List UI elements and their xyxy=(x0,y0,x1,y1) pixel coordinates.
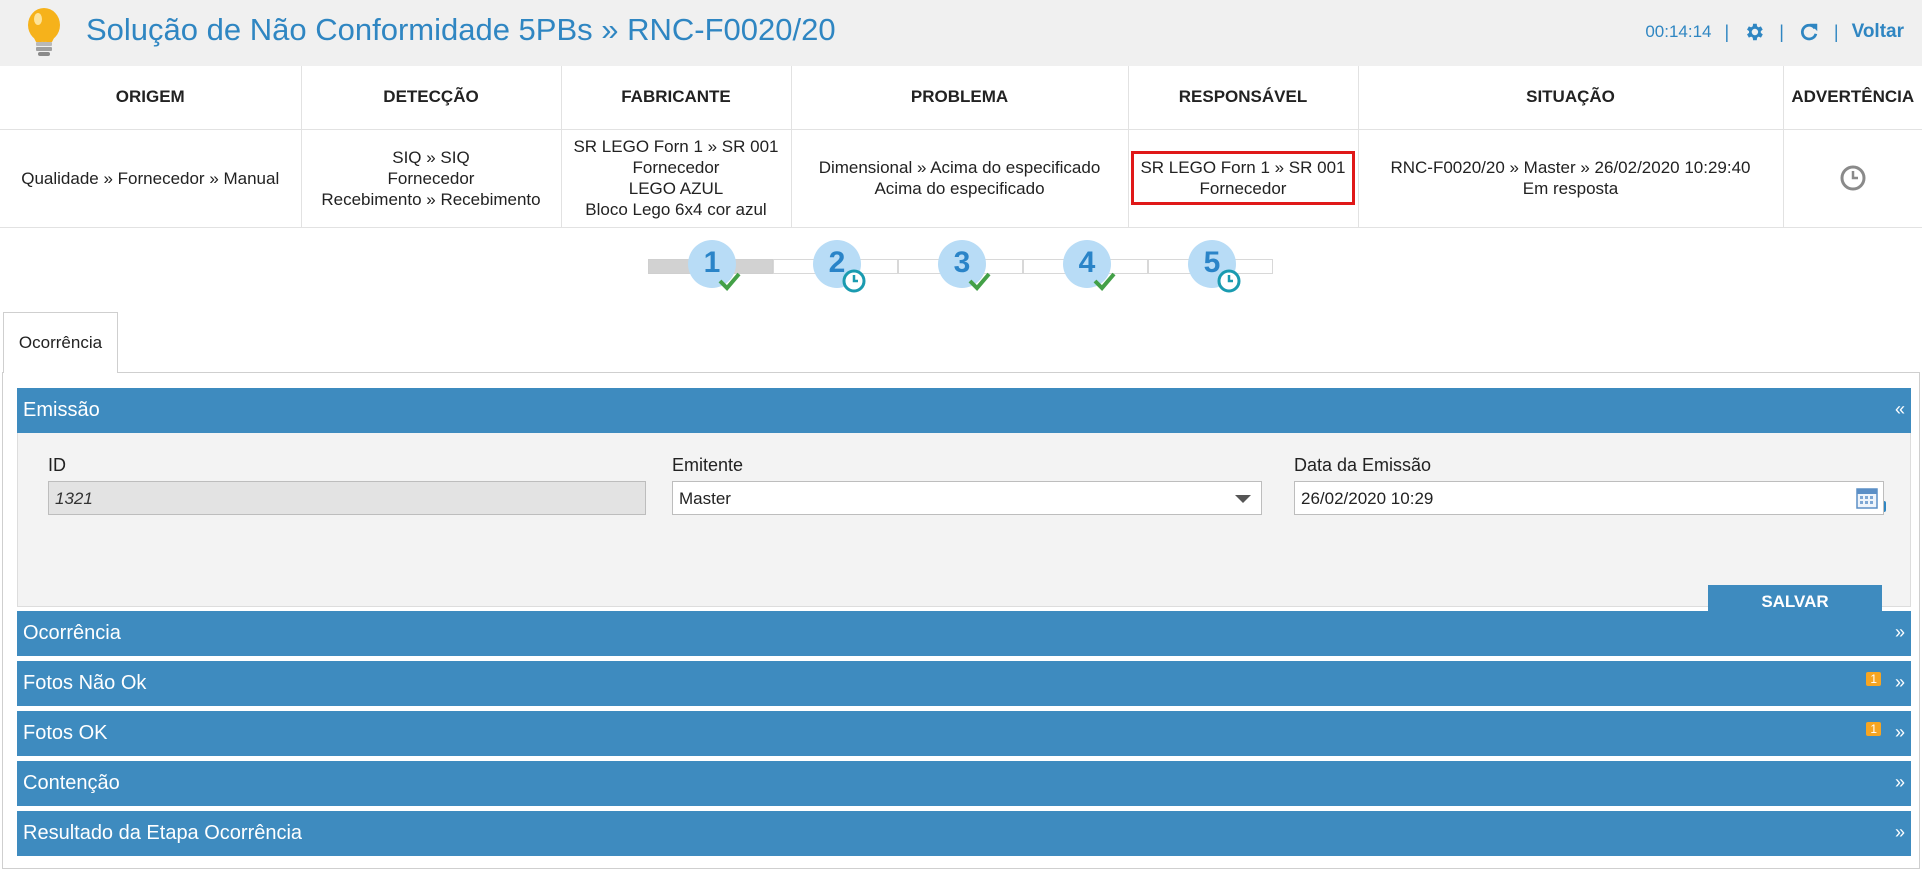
calendar-icon[interactable] xyxy=(1855,486,1879,510)
cell-line: Fornecedor xyxy=(387,168,475,188)
clock-icon xyxy=(1217,269,1241,293)
expand-icon[interactable]: » xyxy=(1895,672,1905,693)
cell-line: Fornecedor xyxy=(1199,179,1287,198)
cell-situacao: RNC-F0020/20 » Master » 26/02/2020 10:29… xyxy=(1358,129,1784,228)
expand-icon[interactable]: » xyxy=(1895,772,1905,793)
refresh-icon[interactable] xyxy=(1797,20,1821,44)
column-header-fabricante: FABRICANTE xyxy=(561,66,792,130)
page-title: Solução de Não Conformidade 5PBs » RNC-F… xyxy=(86,12,836,47)
cell-line: LEGO AZUL xyxy=(628,179,724,198)
id-label: ID xyxy=(48,455,66,475)
section-body-emissao: ID 1321 Emitente Master Data da Emissão … xyxy=(17,433,1911,621)
expand-icon[interactable]: » xyxy=(1895,722,1905,743)
step-3[interactable]: 3 xyxy=(938,240,991,291)
session-timer: 00:14:14 xyxy=(1645,22,1712,41)
step-5[interactable]: 5 xyxy=(1188,240,1241,293)
clock-icon[interactable] xyxy=(1839,164,1867,192)
emitente-selected-value: Master xyxy=(679,489,731,508)
section-title: Resultado da Etapa Ocorrência xyxy=(23,822,303,844)
header-divider: | xyxy=(1779,21,1784,42)
header-divider: | xyxy=(1724,21,1730,42)
expand-icon[interactable]: » xyxy=(1895,622,1905,643)
cell-responsavel: SR LEGO Forn 1 » SR 001 Fornecedor xyxy=(1128,129,1359,228)
header-actions: 00:14:14 | | | Voltar xyxy=(1645,18,1904,46)
tab-ocorrencia[interactable]: Ocorrência xyxy=(3,312,118,373)
cell-line: Acima do especificado xyxy=(874,179,1045,198)
step-1[interactable]: 1 xyxy=(688,240,741,291)
cell-line: Fornecedor xyxy=(632,158,720,177)
summary-table: ORIGEM DETECÇÃO FABRICANTE PROBLEMA RESP… xyxy=(0,66,1922,228)
step-progress: 1 2 3 4 5 xyxy=(648,240,1276,294)
content-panel: Emissão « ID 1321 Emitente Master Data d… xyxy=(2,372,1920,869)
column-header-situacao: SITUAÇÃO xyxy=(1358,66,1784,130)
section-title: Fotos OK xyxy=(23,722,108,744)
cell-line: Bloco Lego 6x4 cor azul xyxy=(585,200,767,219)
expand-icon[interactable]: » xyxy=(1895,822,1905,843)
lightbulb-icon xyxy=(28,8,60,56)
cell-line: Dimensional » Acima do especificado xyxy=(818,158,1101,177)
chevron-down-icon xyxy=(1235,495,1251,503)
cell-line: Recebimento » Recebimento xyxy=(321,189,541,209)
section-title: Contenção xyxy=(23,772,120,794)
section-header-emissao[interactable]: Emissão « xyxy=(17,388,1911,433)
clock-icon xyxy=(842,269,866,293)
check-icon xyxy=(968,272,991,291)
cell-line: SR LEGO Forn 1 » SR 001 xyxy=(1140,158,1346,177)
highlighted-responsavel: SR LEGO Forn 1 » SR 001 Fornecedor xyxy=(1131,151,1355,205)
header-divider: | xyxy=(1833,21,1839,42)
cell-fabricante: SR LEGO Forn 1 » SR 001 Fornecedor LEGO … xyxy=(561,129,792,228)
cell-line: Em resposta xyxy=(1522,179,1619,198)
check-icon xyxy=(718,272,741,291)
section-header-fotos-ok[interactable]: Fotos OK 1 » xyxy=(17,711,1911,756)
cell-line: RNC-F0020/20 » Master » 26/02/2020 10:29… xyxy=(1390,158,1751,177)
column-header-advertencia: ADVERTÊNCIA xyxy=(1783,66,1922,130)
cell-line: SIQ » SIQ xyxy=(392,147,470,167)
cell-origem: Qualidade » Fornecedor » Manual xyxy=(0,129,302,228)
cell-deteccao: SIQ » SIQ Fornecedor Recebimento » Receb… xyxy=(301,129,562,228)
back-link[interactable]: Voltar xyxy=(1852,21,1904,43)
count-badge: 1 xyxy=(1866,722,1881,736)
emitente-label: Emitente xyxy=(672,455,744,475)
section-title: Ocorrência xyxy=(23,622,121,644)
check-icon xyxy=(1093,272,1116,291)
section-header-contencao[interactable]: Contenção » xyxy=(17,761,1911,806)
summary-header-row: ORIGEM DETECÇÃO FABRICANTE PROBLEMA RESP… xyxy=(0,66,1922,130)
data-emissao-label: Data da Emissão xyxy=(1294,455,1432,475)
data-emissao-value: 26/02/2020 10:29 xyxy=(1301,489,1434,508)
section-header-resultado[interactable]: Resultado da Etapa Ocorrência » xyxy=(17,811,1911,856)
step-2[interactable]: 2 xyxy=(813,240,866,293)
id-field[interactable]: 1321 xyxy=(48,481,646,515)
column-header-deteccao: DETECÇÃO xyxy=(301,66,562,130)
summary-row: Qualidade » Fornecedor » Manual SIQ » SI… xyxy=(0,129,1922,228)
section-header-fotos-nao-ok[interactable]: Fotos Não Ok 1 » xyxy=(17,661,1911,706)
emitente-select[interactable]: Master xyxy=(672,481,1262,515)
data-emissao-field[interactable]: 26/02/2020 10:29 xyxy=(1294,481,1884,515)
count-badge: 1 xyxy=(1866,672,1881,686)
cell-line: Qualidade » Fornecedor » Manual xyxy=(21,168,280,188)
section-title: Fotos Não Ok xyxy=(23,672,147,694)
cell-line: SR LEGO Forn 1 » SR 001 xyxy=(573,137,779,156)
cell-advertencia xyxy=(1783,129,1922,228)
page-header: Solução de Não Conformidade 5PBs » RNC-F… xyxy=(0,0,1922,66)
column-header-responsavel: RESPONSÁVEL xyxy=(1128,66,1359,130)
gear-icon[interactable] xyxy=(1742,20,1766,44)
collapse-icon[interactable]: « xyxy=(1895,399,1905,420)
section-header-ocorrencia[interactable]: Ocorrência » xyxy=(17,611,1911,656)
section-title: Emissão xyxy=(23,399,100,421)
step-4[interactable]: 4 xyxy=(1063,240,1116,291)
cell-problema: Dimensional » Acima do especificado Acim… xyxy=(791,129,1129,228)
column-header-problema: PROBLEMA xyxy=(791,66,1129,130)
column-header-origem: ORIGEM xyxy=(0,66,302,130)
